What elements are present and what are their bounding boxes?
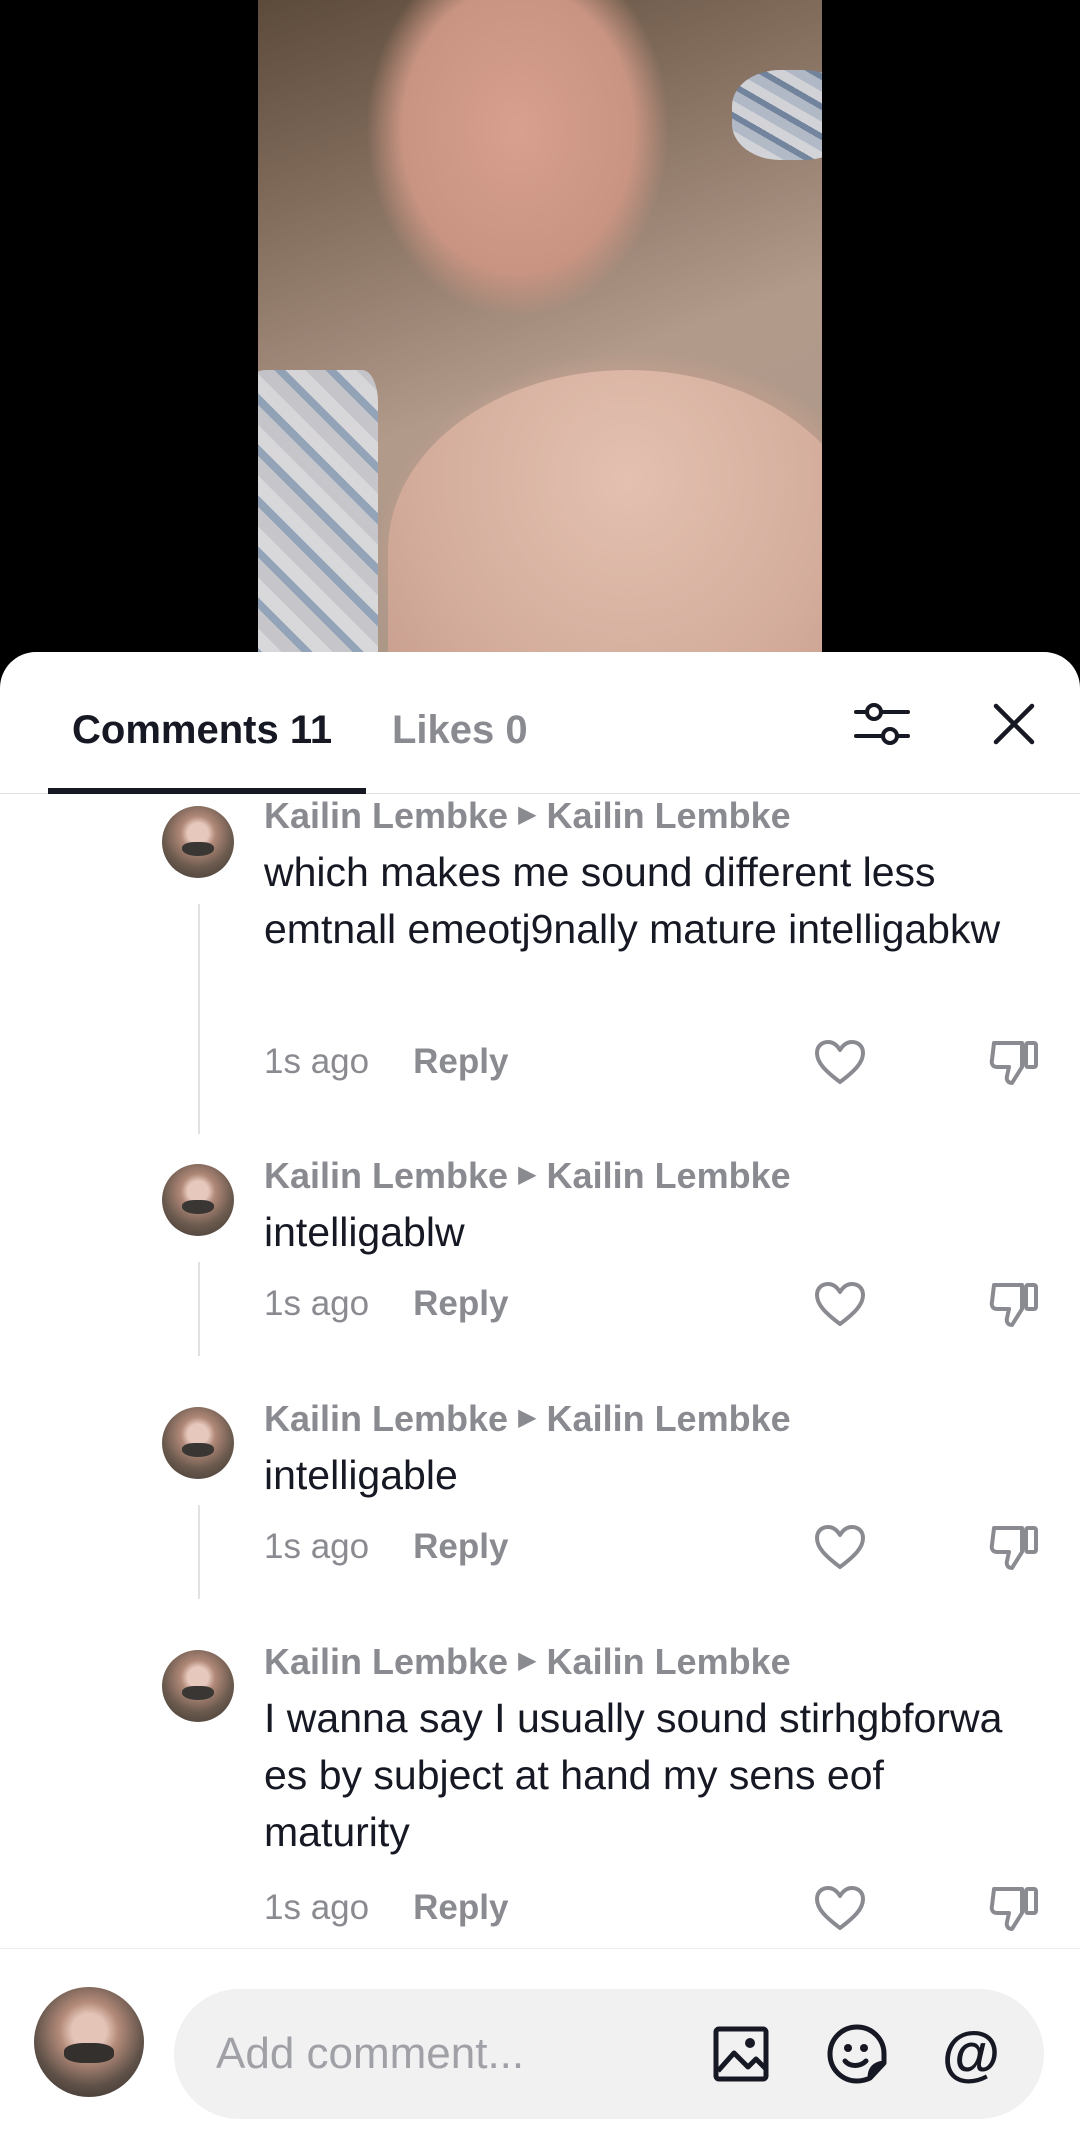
comment-input[interactable] [216,2019,696,2089]
author-name[interactable]: Kailin Lembke [264,1398,508,1439]
thumbs-down-outline-icon [989,1887,1038,1931]
like-button[interactable] [810,1519,870,1575]
image-icon [713,2026,769,2082]
video-content-cloth [258,370,378,680]
reply-button[interactable]: Reply [413,1284,508,1323]
dislike-button[interactable] [984,1034,1044,1090]
avatar[interactable] [162,1650,234,1722]
comment-meta: 1s ago Reply [264,1884,508,1932]
comment-meta: 1s ago Reply [264,1280,508,1328]
emoji-button[interactable] [824,2021,890,2087]
comments-sheet: Comments 11 Likes 0 Kailin Lembke ▶ Kailin [0,652,1080,2140]
avatar[interactable] [162,1164,234,1236]
reply-arrow-icon: ▶ [518,801,537,829]
comment-text: which makes me sound different less emtn… [264,849,1001,952]
comment-authors: Kailin Lembke ▶ Kailin Lembke [264,794,791,840]
tab-likes[interactable]: Likes 0 [392,700,528,760]
dislike-button[interactable] [984,1276,1044,1332]
comment-input-container[interactable]: @ [174,1989,1044,2119]
author-name[interactable]: Kailin Lembke [264,1641,508,1682]
comment-list[interactable]: Kailin Lembke ▶ Kailin Lembke which makes … [0,794,1080,1948]
thumbs-down-outline-icon [989,1041,1038,1085]
like-button[interactable] [810,1880,870,1936]
like-button[interactable] [810,1276,870,1332]
my-avatar[interactable] [34,1987,144,2097]
reply-arrow-icon: ▶ [518,1647,537,1675]
video-frame[interactable] [258,0,822,680]
reply-arrow-icon: ▶ [518,1404,537,1432]
like-button[interactable] [810,1034,870,1090]
reply-to-name[interactable]: Kailin Lembke [547,1155,791,1196]
thread-line [198,1262,200,1356]
comment-authors: Kailin Lembke ▶ Kailin Lembke [264,1154,791,1200]
comment-time: 1s ago [264,1284,370,1323]
thread-line [198,904,200,1134]
reply-arrow-icon: ▶ [518,1161,537,1189]
heart-outline-icon [815,1886,865,1930]
comment-text: intelligable [264,1452,458,1498]
comment-composer: @ [0,1948,1080,2140]
heart-outline-icon [815,1282,865,1326]
comment-time: 1s ago [264,1042,370,1081]
dislike-button[interactable] [984,1519,1044,1575]
comment-time: 1s ago [264,1888,370,1927]
sliders-icon [854,703,910,745]
filter-button[interactable] [846,688,918,760]
author-name[interactable]: Kailin Lembke [264,795,508,836]
heart-outline-icon [815,1525,865,1569]
reply-button[interactable]: Reply [413,1042,508,1081]
close-button[interactable] [978,688,1050,760]
close-icon [993,703,1035,745]
reply-button[interactable]: Reply [413,1888,508,1927]
tab-comments[interactable]: Comments 11 [72,700,332,760]
comment-text: I wanna say I usually sound stirhgbforwa… [264,1695,1003,1855]
video-player[interactable] [0,0,1080,680]
dislike-button[interactable] [984,1880,1044,1936]
heart-outline-icon [815,1040,865,1084]
tab-bar: Comments 11 Likes 0 [0,652,1080,794]
image-button[interactable] [708,2021,774,2087]
thread-line [198,1505,200,1599]
video-content-pillow [732,70,822,160]
comment-meta: 1s ago Reply [264,1523,508,1571]
comment-authors: Kailin Lembke ▶ Kailin Lembke [264,1640,791,1686]
reply-to-name[interactable]: Kailin Lembke [547,795,791,836]
comment-text: intelligablw [264,1209,465,1255]
comment-meta: 1s ago Reply [264,1038,508,1086]
comment-authors: Kailin Lembke ▶ Kailin Lembke [264,1397,791,1443]
reply-to-name[interactable]: Kailin Lembke [547,1398,791,1439]
avatar[interactable] [162,1407,234,1479]
emoji-icon [827,2024,887,2084]
thumbs-down-outline-icon [989,1526,1038,1570]
avatar[interactable] [162,806,234,878]
mention-button[interactable]: @ [938,2021,1004,2087]
author-name[interactable]: Kailin Lembke [264,1155,508,1196]
comment-time: 1s ago [264,1527,370,1566]
reply-button[interactable]: Reply [413,1527,508,1566]
thumbs-down-outline-icon [989,1283,1038,1327]
video-content [388,370,822,680]
reply-to-name[interactable]: Kailin Lembke [547,1641,791,1682]
